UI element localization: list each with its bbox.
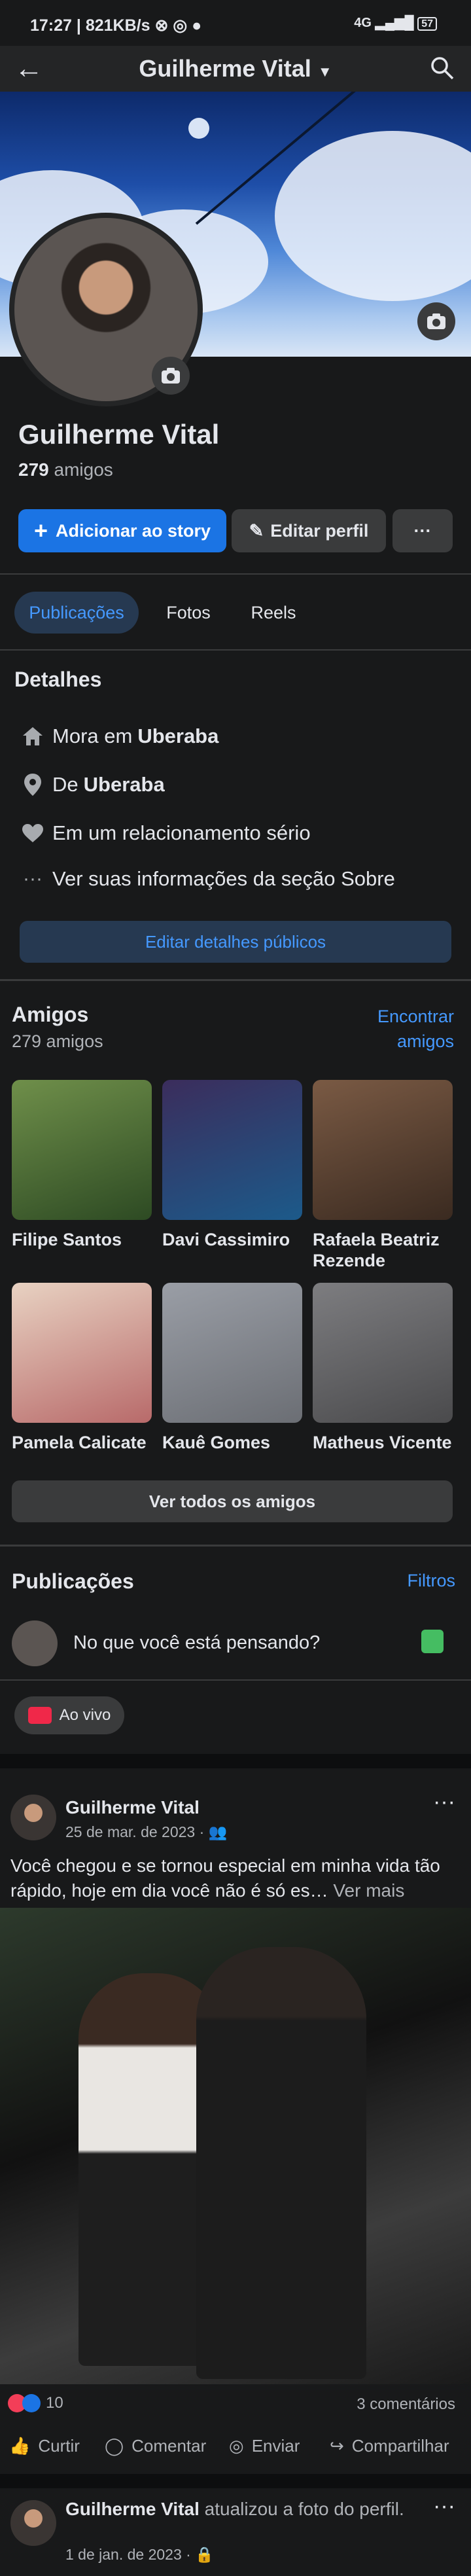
friend-tile[interactable]: Kauê Gomes xyxy=(162,1283,302,1453)
like-icon: 👍 xyxy=(9,2436,31,2456)
friend-photo xyxy=(12,1283,152,1423)
friend-tile[interactable]: Matheus Vicente xyxy=(313,1283,453,1453)
comment-icon: ◯ xyxy=(105,2436,124,2456)
find-friends-link[interactable]: Encontrar amigos xyxy=(377,1004,454,1054)
add-story-button[interactable]: + Adicionar ao story xyxy=(18,509,226,552)
divider xyxy=(0,979,471,981)
post-date: 1 de jan. de 2023 · 🔒 xyxy=(65,2546,214,2563)
signal-bars-icon: ▂▄▆█ xyxy=(375,16,414,30)
divider xyxy=(0,1679,471,1681)
edit-public-details-button[interactable]: Editar detalhes públicos xyxy=(20,921,451,963)
status-bar: 17:27 | 821KB/s ⊗ ◎ ● 4G ▂▄▆█ 57 xyxy=(0,0,471,46)
battery-icon: 57 xyxy=(417,17,437,31)
about-link[interactable]: ··· Ver suas informações da seção Sobre xyxy=(13,859,458,899)
cover-camera-button[interactable] xyxy=(417,302,455,340)
location-pin-icon xyxy=(13,773,52,796)
friends-audience-icon: 👥 xyxy=(208,1823,228,1840)
divider xyxy=(0,1754,471,1768)
post-photo[interactable] xyxy=(0,1908,471,2384)
post-date: 25 de mar. de 2023 · 👥 xyxy=(65,1823,228,1840)
friend-name: Rafaela Beatriz Rezende xyxy=(313,1230,440,1270)
detail-lives-in: Mora em Uberaba xyxy=(13,716,458,757)
camera-icon xyxy=(162,368,180,384)
divider xyxy=(0,1545,471,1547)
camera-icon xyxy=(427,313,445,329)
ellipsis-icon: ··· xyxy=(23,868,43,889)
profile-name: Guilherme Vital xyxy=(18,419,220,450)
plus-icon: + xyxy=(33,517,48,544)
profile-camera-button[interactable] xyxy=(152,357,190,395)
friend-tile[interactable]: Rafaela Beatriz Rezende xyxy=(313,1080,453,1271)
friend-photo xyxy=(313,1080,453,1220)
divider xyxy=(0,2474,471,2488)
friends-title: Amigos xyxy=(12,1003,89,1026)
photo-icon[interactable] xyxy=(421,1630,444,1653)
divider xyxy=(0,649,471,651)
reaction-icons[interactable]: 10 xyxy=(8,2394,63,2412)
heart-icon xyxy=(13,823,52,843)
caret-down-icon: ▼ xyxy=(317,63,332,80)
status-indicators: 4G ▂▄▆█ 57 xyxy=(354,14,437,31)
friend-photo xyxy=(313,1283,453,1423)
moon-icon xyxy=(188,118,209,139)
detail-from: De Uberaba xyxy=(13,764,458,805)
post-avatar[interactable] xyxy=(10,2500,56,2546)
lock-icon: 🔒 xyxy=(195,2546,214,2563)
details-title: Detalhes xyxy=(14,668,102,691)
signal-icon: 4G xyxy=(354,16,372,30)
comment-button[interactable]: ◯ Comentar xyxy=(105,2436,206,2456)
posts-title: Publicações xyxy=(12,1569,134,1593)
live-video-icon xyxy=(27,1707,52,1724)
friend-photo xyxy=(162,1080,302,1220)
profile-friends-count[interactable]: 279 amigos xyxy=(18,459,113,480)
friend-tile[interactable]: Filipe Santos xyxy=(12,1080,152,1250)
see-more-link[interactable]: Ver mais xyxy=(333,1880,404,1901)
post2-header: Guilherme Vital atualizou a foto do perf… xyxy=(65,2499,404,2519)
friend-name: Davi Cassimiro xyxy=(162,1230,290,1249)
edit-profile-button[interactable]: ✎ Editar perfil xyxy=(232,509,386,552)
home-icon xyxy=(13,726,52,747)
top-nav: ← Guilherme Vital ▼ xyxy=(0,46,471,92)
post-text: Você chegou e se tornou especial em minh… xyxy=(10,1855,440,1901)
more-options-button[interactable]: ··· xyxy=(392,509,453,552)
friend-name: Pamela Calicate xyxy=(12,1433,147,1452)
like-button[interactable]: 👍 Curtir xyxy=(9,2436,80,2456)
filters-link[interactable]: Filtros xyxy=(408,1571,456,1591)
post-options-icon[interactable]: ··· xyxy=(433,1789,455,1815)
divider xyxy=(0,573,471,575)
tab-reels[interactable]: Reels xyxy=(236,592,311,634)
messenger-icon: ◎ xyxy=(229,2436,244,2456)
post-options-icon[interactable]: ··· xyxy=(433,2494,455,2519)
status-time: 17:27 | 821KB/s ⊗ ◎ ● xyxy=(30,16,202,35)
post-avatar[interactable] xyxy=(10,1795,56,1840)
comments-count[interactable]: 3 comentários xyxy=(357,2395,455,2414)
send-button[interactable]: ◎ Enviar xyxy=(229,2436,300,2456)
friend-photo xyxy=(162,1283,302,1423)
composer-input[interactable]: No que você está pensando? xyxy=(73,1632,320,1654)
nav-title[interactable]: Guilherme Vital ▼ xyxy=(0,55,471,82)
pencil-icon: ✎ xyxy=(249,520,264,541)
post-author[interactable]: Guilherme Vital xyxy=(65,1797,200,1818)
tab-publicacoes[interactable]: Publicações xyxy=(14,592,139,634)
share-icon: ↪ xyxy=(330,2436,344,2456)
share-button[interactable]: ↪ Compartilhar xyxy=(330,2436,449,2456)
live-button[interactable]: Ao vivo xyxy=(14,1696,124,1734)
post-author[interactable]: Guilherme Vital xyxy=(65,2499,200,2519)
friend-tile[interactable]: Davi Cassimiro xyxy=(162,1080,302,1250)
friend-name: Kauê Gomes xyxy=(162,1433,271,1452)
friends-count-text: 279 amigos xyxy=(12,1031,103,1051)
see-all-friends-button[interactable]: Ver todos os amigos xyxy=(12,1480,453,1522)
search-icon[interactable] xyxy=(429,55,455,84)
friend-tile[interactable]: Pamela Calicate xyxy=(12,1283,152,1453)
friend-name: Filipe Santos xyxy=(12,1230,122,1249)
tab-fotos[interactable]: Fotos xyxy=(150,592,226,634)
friend-name: Matheus Vicente xyxy=(313,1433,452,1452)
friend-photo xyxy=(12,1080,152,1220)
detail-relationship: Em um relacionamento sério xyxy=(13,813,458,853)
composer-avatar xyxy=(12,1620,58,1666)
like-reaction-icon xyxy=(22,2394,41,2412)
